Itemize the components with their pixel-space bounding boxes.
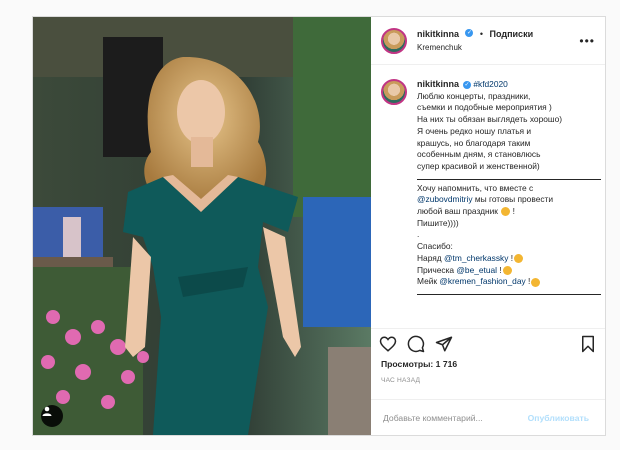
caption-username-link[interactable]: nikitkinna xyxy=(417,79,459,89)
emoji-icon xyxy=(502,265,512,275)
caption-line: особенным дням, я становлюсь xyxy=(417,149,541,160)
comment-icon[interactable] xyxy=(407,335,425,353)
emoji-icon xyxy=(531,277,541,287)
comment-input[interactable] xyxy=(381,411,522,424)
emoji-icon xyxy=(501,207,511,217)
views-count[interactable]: Просмотры: 1 716 xyxy=(371,359,605,373)
caption-line: На них ты обязан выглядеть хорошо) xyxy=(417,114,563,125)
mention-link[interactable]: @tm_cherkassky xyxy=(444,253,508,263)
mention-link[interactable]: @kremen_fashion_day xyxy=(439,276,525,286)
post-sidebar: nikitkinna ✓ • Подписки Kremenchuk ••• n… xyxy=(371,17,605,435)
mention-link[interactable]: @zubovdmitriy xyxy=(417,194,473,204)
post-header: nikitkinna ✓ • Подписки Kremenchuk ••• xyxy=(371,17,605,65)
bookmark-icon[interactable] xyxy=(579,335,597,353)
location-link[interactable]: Kremenchuk xyxy=(417,41,533,55)
verified-badge-icon: ✓ xyxy=(465,28,474,37)
avatar[interactable] xyxy=(381,27,407,54)
post-timestamp[interactable]: ЧАС НАЗАД xyxy=(371,373,605,393)
paper-plane-icon[interactable] xyxy=(435,335,453,353)
caption-line: Я очень редко ношу платья и xyxy=(417,125,532,136)
views-label: Просмотры: xyxy=(381,359,434,369)
credit-label: Прическа xyxy=(417,264,457,275)
caption-line: Люблю концерты, праздники, xyxy=(417,90,531,101)
views-number: 1 716 xyxy=(435,359,458,369)
publish-button[interactable]: Опубликовать xyxy=(522,412,595,424)
user-tag-icon[interactable] xyxy=(41,405,63,427)
caption-line: . xyxy=(417,229,420,240)
more-options-icon[interactable]: ••• xyxy=(579,34,595,48)
action-bar xyxy=(371,329,605,359)
comment-form: Опубликовать xyxy=(371,399,605,435)
mention-link[interactable]: @be_etual xyxy=(456,265,497,275)
emoji-icon xyxy=(514,254,524,264)
video-frame xyxy=(33,17,371,435)
caption-fragment: ! xyxy=(499,264,502,275)
heart-icon[interactable] xyxy=(379,335,397,353)
username-link[interactable]: nikitkinna xyxy=(417,29,459,39)
credit-label: Наряд xyxy=(417,252,445,263)
post-card: nikitkinna ✓ • Подписки Kremenchuk ••• n… xyxy=(32,16,606,436)
caption-fragment: ! xyxy=(510,252,514,263)
caption-fragment: любой ваш праздник xyxy=(417,206,498,217)
credit-label: Мейк xyxy=(417,276,440,287)
caption-divider xyxy=(417,290,601,295)
header-text: nikitkinna ✓ • Подписки Kremenchuk xyxy=(417,26,533,55)
caption-line: Хочу напомнить, что вместе с xyxy=(417,182,534,193)
caption-fragment: ! xyxy=(528,276,531,287)
caption-line: супер красивой и женственной) xyxy=(417,160,540,171)
post-video[interactable] xyxy=(33,17,371,435)
separator-dot: • xyxy=(479,29,484,39)
caption-fragment: мы готовы провести xyxy=(472,194,554,205)
caption-text: nikitkinna ✓ #kfd2020 Люблю концерты, пра… xyxy=(417,79,601,328)
caption-avatar[interactable] xyxy=(381,79,407,105)
caption-fragment: ! xyxy=(512,206,515,217)
verified-badge-icon: ✓ xyxy=(463,80,472,89)
caption-line: Спасибо: xyxy=(417,241,453,252)
caption-line: съемки и подобные мероприятия ) xyxy=(417,102,552,113)
following-button[interactable]: Подписки xyxy=(490,29,534,39)
caption-line: Пишите)))) xyxy=(417,217,459,228)
caption-area: nikitkinna ✓ #kfd2020 Люблю концерты, пра… xyxy=(371,65,605,329)
hashtag-link[interactable]: #kfd2020 xyxy=(473,79,507,89)
caption-divider xyxy=(417,175,601,180)
caption-line: крашусь, но благодаря таким xyxy=(417,137,531,148)
